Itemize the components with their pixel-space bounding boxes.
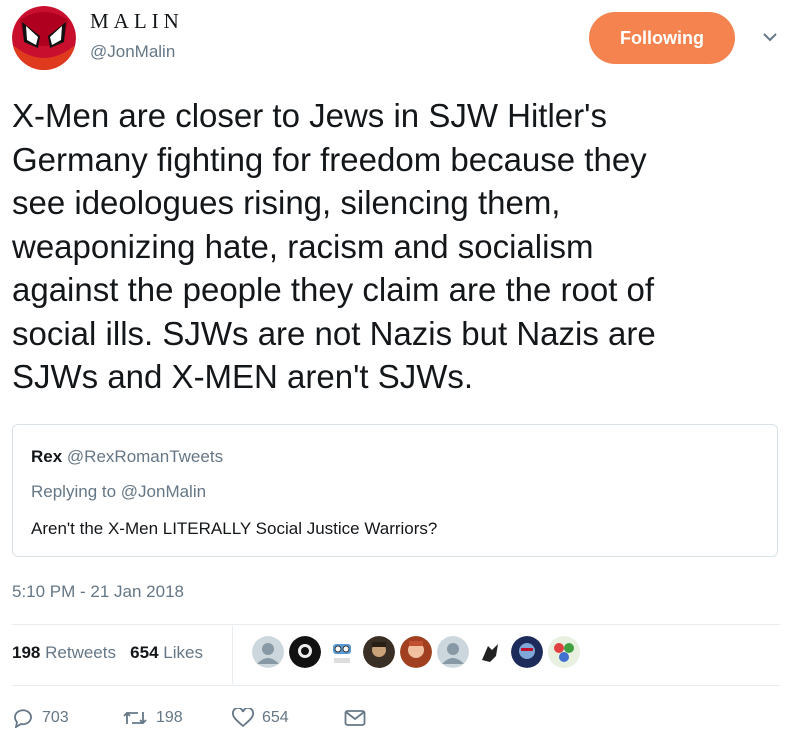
divider [232, 626, 233, 684]
user-handle[interactable]: @JonMalin [90, 42, 175, 62]
reply-button[interactable]: 703 [12, 708, 122, 728]
display-name[interactable]: MALIN [90, 9, 184, 34]
likes-label[interactable]: Likes [163, 643, 203, 662]
retweet-button[interactable]: 198 [122, 708, 232, 728]
heart-icon [232, 708, 254, 728]
tweet-line: SJWs and X-MEN aren't SJWs. [12, 358, 474, 395]
tweet-timestamp[interactable]: 5:10 PM - 21 Jan 2018 [12, 582, 184, 602]
liker-avatar[interactable] [511, 636, 543, 668]
liker-avatar[interactable] [252, 636, 284, 668]
quoted-text: Aren't the X-Men LITERALLY Social Justic… [31, 519, 438, 538]
engagement-stats: 198 Retweets 654 Likes [12, 643, 203, 663]
divider [12, 685, 780, 686]
tweet-line: X-Men are closer to Jews in SJW Hitler's [12, 97, 607, 134]
liker-avatar[interactable] [289, 636, 321, 668]
envelope-icon [344, 710, 366, 726]
liker-avatar[interactable] [400, 636, 432, 668]
retweets-count[interactable]: 198 [12, 643, 40, 662]
avatar[interactable] [12, 6, 76, 70]
tweet-line: against the people they claim are the ro… [12, 271, 655, 308]
tweet-line: see ideologues rising, silencing them, [12, 184, 561, 221]
quoted-handle: @RexRomanTweets [66, 447, 224, 466]
liker-avatars [252, 636, 580, 668]
likes-count[interactable]: 654 [130, 643, 158, 662]
replying-to: Replying to @JonMalin [31, 482, 207, 501]
retweet-icon [123, 711, 147, 725]
liker-avatar[interactable] [548, 636, 580, 668]
following-button[interactable]: Following [589, 12, 735, 64]
quoted-author: Rex @RexRomanTweets [31, 447, 223, 467]
tweet-line: Germany fighting for freedom because the… [12, 140, 647, 178]
quoted-name: Rex [31, 447, 63, 466]
reply-count: 703 [42, 709, 69, 726]
quoted-tweet[interactable]: Rex @RexRomanTweets Replying to @JonMali… [12, 424, 778, 557]
divider [12, 624, 780, 625]
retweets-label[interactable]: Retweets [45, 643, 116, 662]
retweet-count: 198 [156, 709, 183, 726]
tweet-text: X-Men are closer to Jews in SJW Hitler's… [12, 94, 782, 399]
like-button[interactable]: 654 [232, 708, 344, 728]
liker-avatar[interactable] [363, 636, 395, 668]
liker-avatar[interactable] [437, 636, 469, 668]
liker-avatar[interactable] [474, 636, 506, 668]
tweet-line: weaponizing hate, racism and socialism [12, 227, 594, 265]
tweet-line: social ills. SJWs are not Nazis but Nazi… [12, 314, 656, 352]
chevron-down-icon[interactable] [760, 30, 780, 44]
liker-avatar[interactable] [326, 636, 358, 668]
reply-icon [14, 709, 32, 728]
direct-message-button[interactable] [344, 709, 374, 727]
action-bar: 703 198 654 [12, 704, 374, 732]
like-count: 654 [262, 709, 289, 726]
